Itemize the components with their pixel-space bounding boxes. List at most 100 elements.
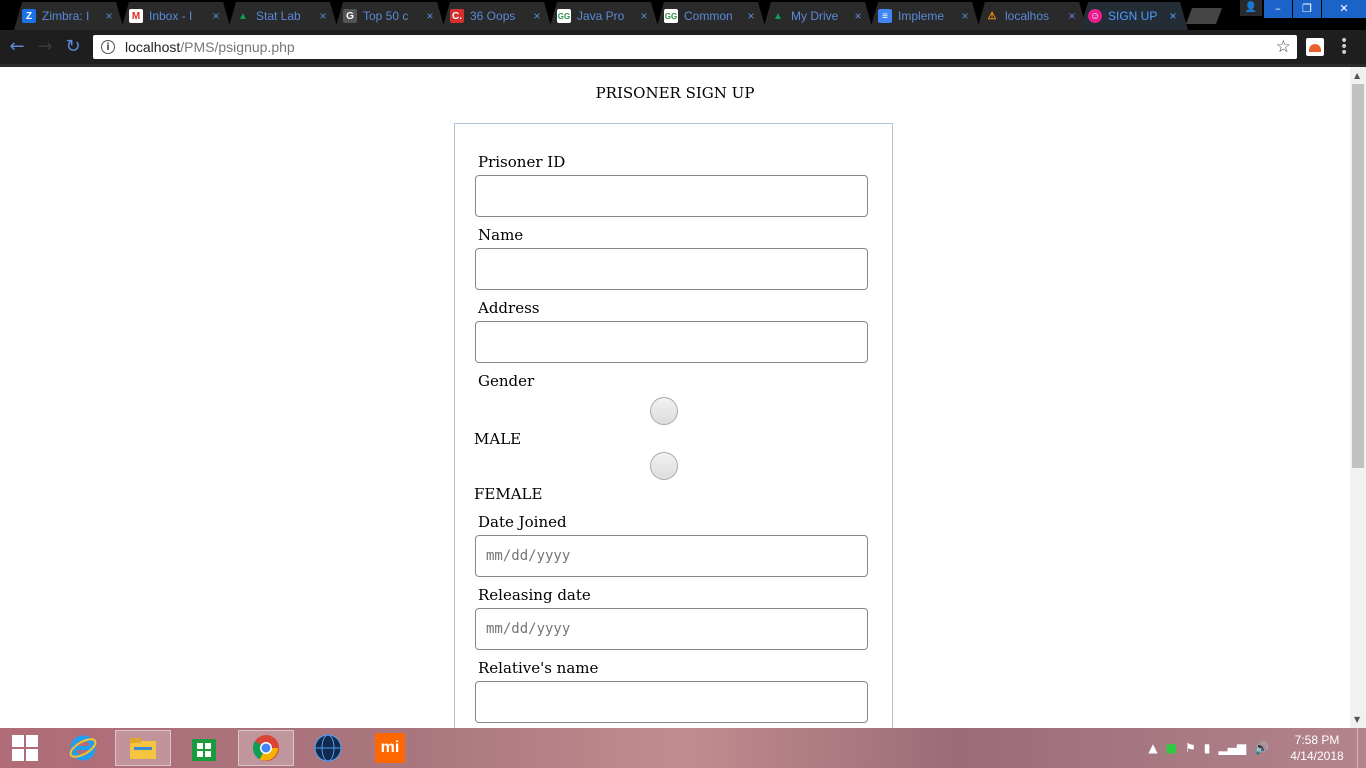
date-joined-label: Date Joined	[478, 513, 567, 531]
page-title: PRISONER SIGN UP	[595, 84, 755, 102]
tab-stat-lab[interactable]: ▲ Stat Lab ×	[228, 2, 338, 30]
url-host: localhost	[125, 39, 181, 55]
site-info-icon[interactable]: i	[101, 40, 115, 54]
close-tab-icon[interactable]: ×	[637, 9, 651, 23]
tab-inbox[interactable]: M Inbox - I ×	[121, 2, 231, 30]
releasing-date-input[interactable]	[475, 608, 868, 650]
tab-impleme[interactable]: ≡ Impleme ×	[870, 2, 980, 30]
close-tab-icon[interactable]: ×	[423, 9, 437, 23]
profile-icon[interactable]: 👤	[1240, 0, 1262, 16]
relatives-name-label: Relative's name	[478, 659, 599, 677]
tab-title: Java Pro	[577, 9, 625, 23]
tab-java-pro[interactable]: GG Java Pro ×	[549, 2, 659, 30]
signup-form: Prisoner ID Name Address Gender MALE FEM…	[454, 123, 893, 728]
female-radio[interactable]	[650, 452, 678, 480]
address-bar[interactable]: i localhost/PMS/psignup.php ☆	[93, 35, 1297, 59]
minimize-button[interactable]: –	[1264, 0, 1292, 18]
tab-sign-up[interactable]: ☺ SIGN UP ×	[1080, 2, 1188, 30]
close-tab-icon[interactable]: ×	[102, 9, 116, 23]
tab-title: Stat Lab	[256, 9, 301, 23]
close-tab-icon[interactable]: ×	[958, 9, 972, 23]
name-input[interactable]	[475, 248, 868, 290]
scrollbar-thumb[interactable]	[1352, 84, 1364, 468]
clock[interactable]: 7:58 PM 4/14/2018	[1277, 732, 1357, 764]
network-disconnected-icon[interactable]: ⚑	[1185, 741, 1196, 755]
gmail-icon: M	[129, 9, 143, 23]
address-input[interactable]	[475, 321, 868, 363]
new-tab-button[interactable]	[1186, 8, 1222, 24]
volume-icon[interactable]: 🔊	[1254, 741, 1269, 755]
browser-tab-strip: Z Zimbra: I × M Inbox - I × ▲ Stat Lab ×…	[0, 0, 1366, 30]
page-content: PRISONER SIGN UP Prisoner ID Name Addres…	[0, 67, 1350, 728]
male-label: MALE	[474, 430, 522, 448]
tab-top-50[interactable]: G Top 50 c ×	[335, 2, 445, 30]
date-joined-input[interactable]	[475, 535, 868, 577]
google-docs-icon: ≡	[878, 9, 892, 23]
chrome-menu-icon[interactable]: • • •	[1340, 34, 1348, 60]
close-tab-icon[interactable]: ×	[744, 9, 758, 23]
close-tab-icon[interactable]: ×	[1166, 9, 1180, 23]
bookmark-star-icon[interactable]: ☆	[1276, 37, 1291, 57]
tab-title: Inbox - I	[149, 9, 193, 23]
google-drive-icon: ▲	[773, 10, 783, 22]
show-desktop-button[interactable]	[1357, 728, 1366, 768]
start-button[interactable]	[0, 730, 50, 766]
tab-zimbra[interactable]: Z Zimbra: I ×	[14, 2, 124, 30]
system-tray: ▲ ■ ⚑ ▮ ▂▄▆ 🔊 7:58 PM 4/14/2018	[1148, 728, 1366, 768]
close-tab-icon[interactable]: ×	[1065, 9, 1079, 23]
zimbra-icon: Z	[22, 9, 36, 23]
tab-title: My Drive	[791, 9, 839, 23]
store-icon[interactable]	[176, 730, 232, 766]
female-label: FEMALE	[474, 485, 543, 503]
close-tab-icon[interactable]: ×	[851, 9, 865, 23]
relatives-name-input[interactable]	[475, 681, 868, 723]
xampp-icon: ⚠	[987, 10, 997, 22]
tab-title: SIGN UP	[1108, 9, 1158, 23]
tab-my-drive[interactable]: ▲ My Drive ×	[763, 2, 873, 30]
sign-up-site-icon: ☺	[1089, 10, 1101, 22]
page-scrollbar[interactable]: ▲ ▼	[1350, 67, 1366, 728]
tab-36-oops[interactable]: C. 36 Oops ×	[442, 2, 552, 30]
prisoner-id-input[interactable]	[475, 175, 868, 217]
windows-logo-icon	[12, 735, 38, 761]
globe-app-icon[interactable]	[300, 730, 356, 766]
close-tab-icon[interactable]: ×	[316, 9, 330, 23]
tab-title: Top 50 c	[363, 9, 409, 23]
tab-title: 36 Oops	[470, 9, 516, 23]
close-tab-icon[interactable]: ×	[209, 9, 223, 23]
c-site-icon: C.	[452, 10, 462, 22]
close-tab-icon[interactable]: ×	[530, 9, 544, 23]
signal-icon[interactable]: ▂▄▆	[1218, 741, 1246, 755]
mi-app-icon[interactable]: mi	[362, 730, 418, 766]
internet-explorer-icon[interactable]	[55, 730, 111, 766]
browser-toolbar: ← → ↻ i localhost/PMS/psignup.php ☆ • • •	[0, 30, 1366, 64]
back-arrow-icon[interactable]: ←	[6, 36, 28, 58]
tab-title: Zimbra: I	[42, 9, 90, 23]
gender-label: Gender	[478, 372, 535, 390]
tray-app-icon[interactable]: ■	[1166, 741, 1177, 755]
scroll-down-arrow-icon[interactable]: ▼	[1354, 715, 1360, 724]
address-label: Address	[478, 299, 540, 317]
tab-localhost[interactable]: ⚠ localhos ×	[977, 2, 1087, 30]
extension-icon[interactable]	[1306, 38, 1324, 56]
chrome-icon[interactable]	[238, 730, 294, 766]
show-hidden-icons-icon[interactable]: ▲	[1148, 741, 1157, 755]
close-window-button[interactable]: ✕	[1322, 0, 1366, 18]
releasing-date-label: Releasing date	[478, 586, 591, 604]
battery-icon[interactable]: ▮	[1204, 741, 1211, 755]
restore-button[interactable]: ❐	[1293, 0, 1321, 18]
file-explorer-icon[interactable]	[115, 730, 171, 766]
male-radio[interactable]	[650, 397, 678, 425]
clock-date: 4/14/2018	[1290, 749, 1344, 763]
tab-title: Common	[684, 9, 733, 23]
scroll-up-arrow-icon[interactable]: ▲	[1354, 71, 1360, 80]
tab-title: localhos	[1005, 9, 1050, 23]
tab-common[interactable]: GG Common ×	[656, 2, 766, 30]
clock-time: 7:58 PM	[1294, 733, 1340, 747]
reload-icon[interactable]: ↻	[62, 36, 84, 58]
tab-title: Impleme	[898, 9, 945, 23]
forward-arrow-icon[interactable]: →	[34, 36, 56, 58]
geeksforgeeks-icon: GG	[557, 9, 571, 23]
url-path: /PMS/psignup.php	[180, 39, 295, 55]
name-label: Name	[478, 226, 524, 244]
